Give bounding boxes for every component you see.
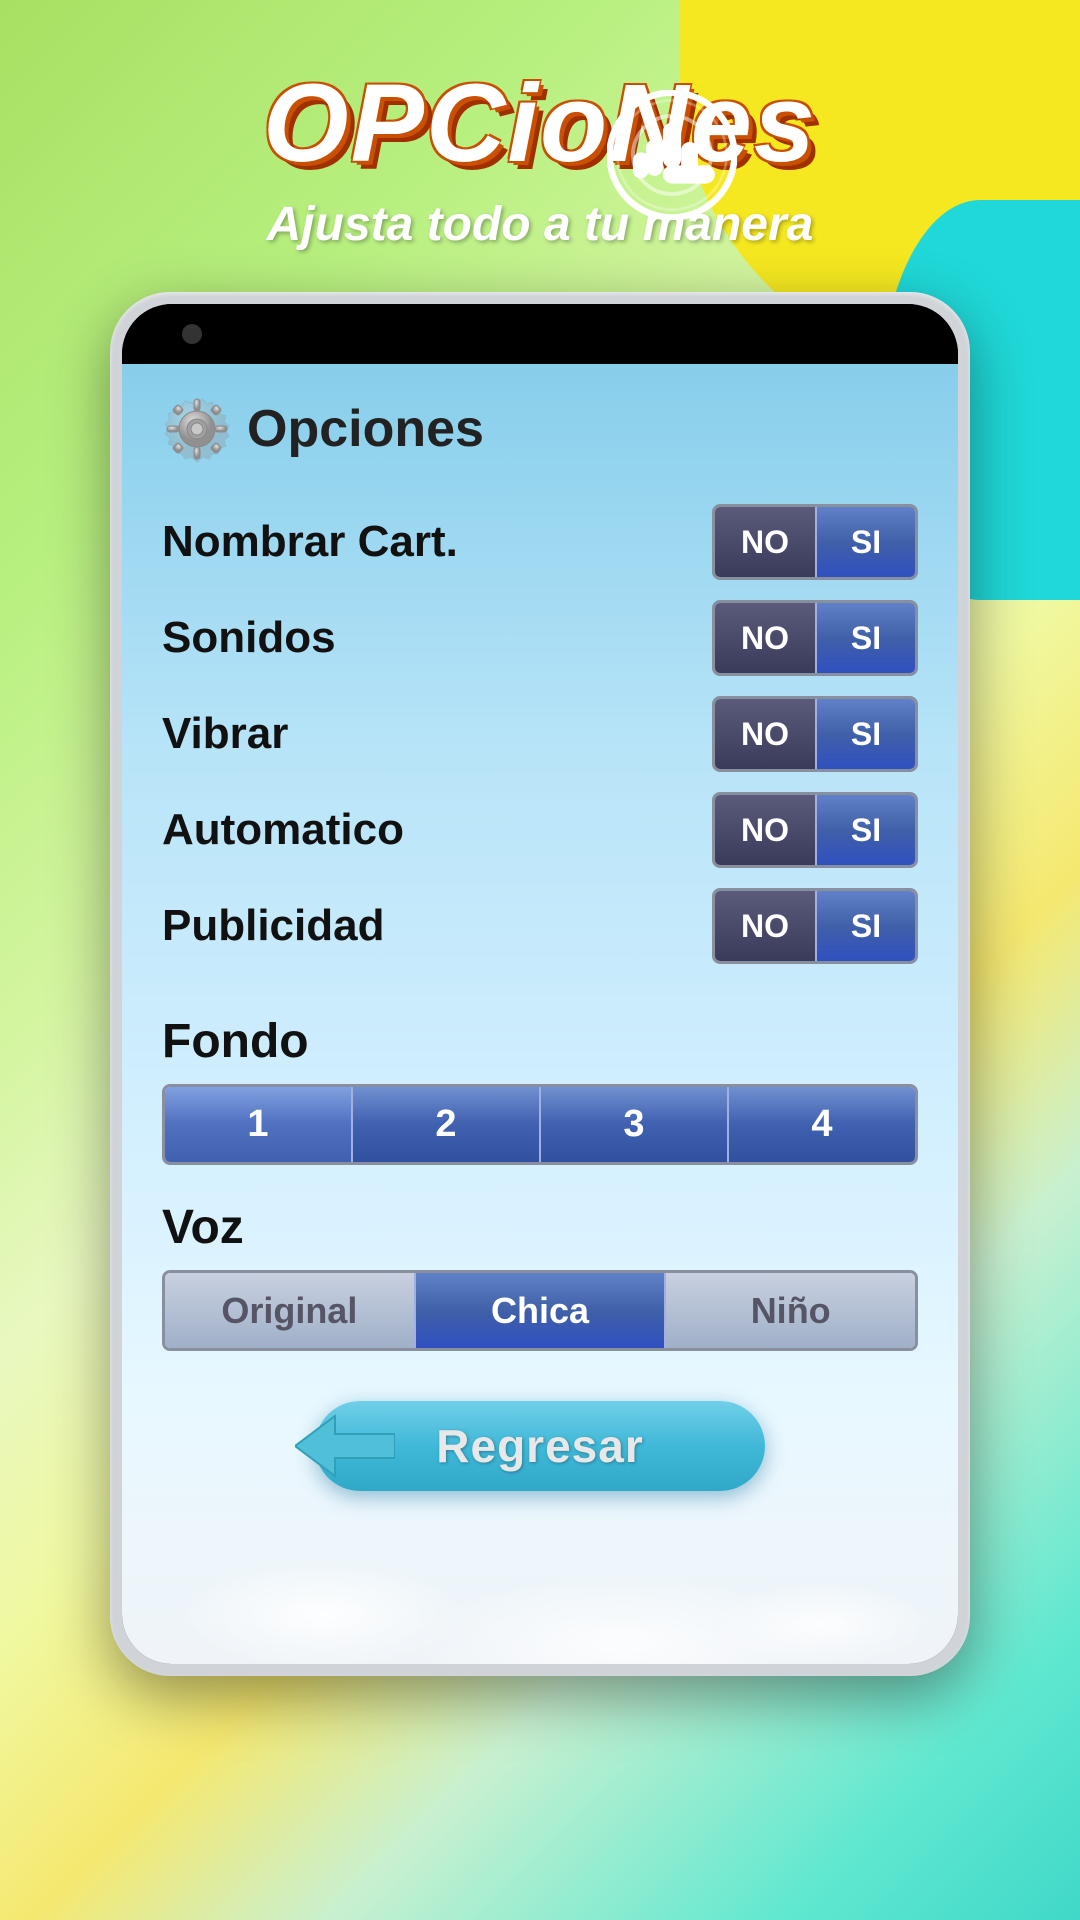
fondo-btn-1[interactable]: 1 xyxy=(165,1087,353,1162)
screen-title: Opciones xyxy=(247,399,484,459)
regresar-container: Regresar xyxy=(162,1401,918,1491)
option-row-nombrar-cart: Nombrar Cart. NO SI xyxy=(162,504,918,580)
voz-buttons: Original Chica Niño xyxy=(162,1270,918,1351)
toggle-group-vibrar: NO SI xyxy=(712,696,918,772)
fondo-btn-2[interactable]: 2 xyxy=(353,1087,541,1162)
phone-inner: Opciones Nombrar Cart. NO SI Sonidos NO xyxy=(122,304,958,1664)
voz-btn-original[interactable]: Original xyxy=(165,1273,416,1348)
toggle-no-sonidos[interactable]: NO xyxy=(715,603,815,673)
option-row-sonidos: Sonidos NO SI xyxy=(162,600,918,676)
fondo-section: Fondo 1 2 3 4 xyxy=(162,1014,918,1165)
option-label-sonidos: Sonidos xyxy=(162,613,712,663)
toggle-group-automatico: NO SI xyxy=(712,792,918,868)
toggle-no-automatico[interactable]: NO xyxy=(715,795,815,865)
back-arrow-icon xyxy=(295,1406,395,1486)
option-label-publicidad: Publicidad xyxy=(162,901,712,951)
screen-header: Opciones xyxy=(162,394,918,464)
phone-mockup: Opciones Nombrar Cart. NO SI Sonidos NO xyxy=(110,292,970,1676)
fondo-btn-3[interactable]: 3 xyxy=(541,1087,729,1162)
voz-section: Voz Original Chica Niño xyxy=(162,1200,918,1351)
toggle-no-publicidad[interactable]: NO xyxy=(715,891,815,961)
toggle-si-vibrar[interactable]: SI xyxy=(815,699,915,769)
toggle-si-nombrar-cart[interactable]: SI xyxy=(815,507,915,577)
option-row-publicidad: Publicidad NO SI xyxy=(162,888,918,964)
toggle-group-publicidad: NO SI xyxy=(712,888,918,964)
option-label-nombrar-cart: Nombrar Cart. xyxy=(162,517,712,567)
toggle-no-vibrar[interactable]: NO xyxy=(715,699,815,769)
phone-top-bar xyxy=(122,304,958,364)
phone-screen: Opciones Nombrar Cart. NO SI Sonidos NO xyxy=(122,364,958,1664)
toggle-group-sonidos: NO SI xyxy=(712,600,918,676)
fondo-buttons: 1 2 3 4 xyxy=(162,1084,918,1165)
fondo-btn-4[interactable]: 4 xyxy=(729,1087,915,1162)
toggle-si-automatico[interactable]: SI xyxy=(815,795,915,865)
option-row-vibrar: Vibrar NO SI xyxy=(162,696,918,772)
regresar-button[interactable]: Regresar xyxy=(315,1401,765,1491)
top-section: OPCioNes Ajusta todo a tu manera xyxy=(0,0,1080,252)
option-row-automatico: Automatico NO SI xyxy=(162,792,918,868)
option-label-automatico: Automatico xyxy=(162,805,712,855)
voz-btn-chica[interactable]: Chica xyxy=(416,1273,667,1348)
toggle-si-sonidos[interactable]: SI xyxy=(815,603,915,673)
tap-hand-icon xyxy=(607,90,737,220)
options-list: Nombrar Cart. NO SI Sonidos NO SI xyxy=(162,504,918,964)
fondo-label: Fondo xyxy=(162,1014,918,1069)
toggle-group-nombrar-cart: NO SI xyxy=(712,504,918,580)
regresar-label: Regresar xyxy=(436,1419,643,1473)
gear-icon xyxy=(162,394,232,464)
voz-btn-nino[interactable]: Niño xyxy=(666,1273,915,1348)
toggle-no-nombrar-cart[interactable]: NO xyxy=(715,507,815,577)
option-label-vibrar: Vibrar xyxy=(162,709,712,759)
toggle-si-publicidad[interactable]: SI xyxy=(815,891,915,961)
subtitle: Ajusta todo a tu manera xyxy=(0,197,1080,252)
voz-label: Voz xyxy=(162,1200,918,1255)
camera-icon xyxy=(182,324,202,344)
